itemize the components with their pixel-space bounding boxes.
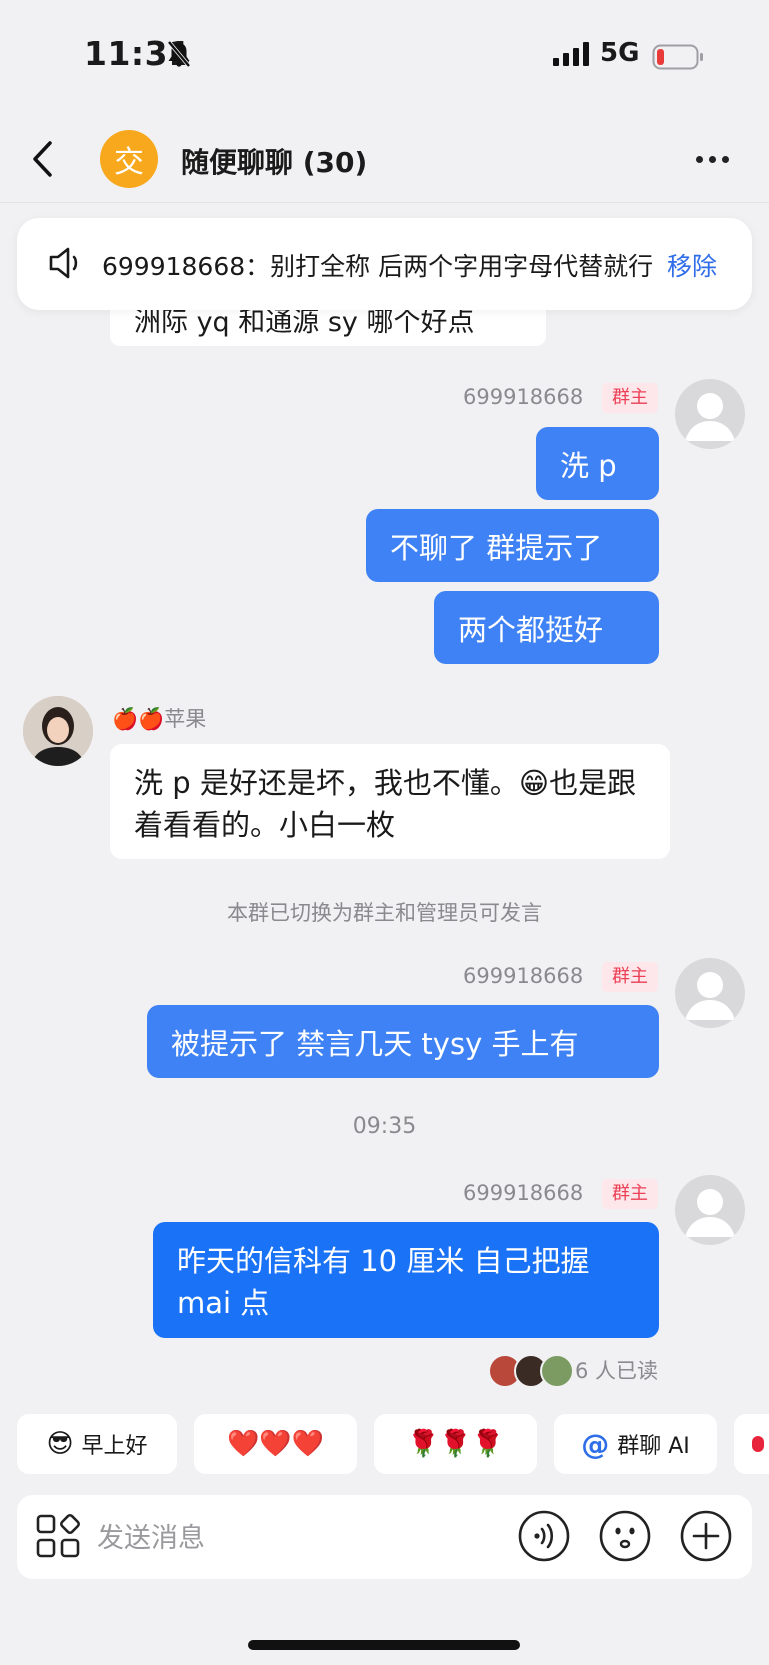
- status-bar: 11:31 5G: [0, 0, 769, 110]
- quick-reply-label: 群聊 AI: [617, 1434, 690, 1459]
- speaker-icon: [47, 246, 85, 284]
- more-options-icon[interactable]: [696, 156, 729, 163]
- network-type: 5G: [600, 38, 640, 68]
- message-bubble[interactable]: 被提示了 禁言几天 tysy 手上有: [147, 1005, 659, 1078]
- message-timestamp: 09:35: [352, 1114, 417, 1139]
- voice-input-icon[interactable]: [517, 1509, 571, 1567]
- owner-badge: 群主: [602, 962, 658, 992]
- member-avatar[interactable]: [23, 696, 93, 766]
- sun-sunglasses-icon: 😎: [46, 1429, 74, 1459]
- message-bubble[interactable]: 洗 p 是好还是坏，我也不懂。😁也是跟着看看的。小白一枚: [110, 744, 670, 859]
- sender-name: 699918668: [463, 964, 584, 988]
- partial-emoji-icon: [751, 1436, 764, 1452]
- quick-reply-partial[interactable]: [734, 1414, 769, 1474]
- user-avatar[interactable]: [675, 958, 745, 1028]
- group-avatar-char: 交: [114, 145, 144, 180]
- cellular-signal-icon: [553, 42, 591, 70]
- quick-reply-hearts[interactable]: ❤️❤️❤️: [194, 1414, 357, 1474]
- group-title[interactable]: 随便聊聊 (30): [181, 141, 367, 181]
- message-input[interactable]: [95, 1515, 499, 1561]
- sender-name: 🍎🍎苹果: [112, 707, 207, 731]
- owner-badge: 群主: [602, 383, 658, 413]
- quick-reply-morning[interactable]: 😎 早上好: [17, 1414, 177, 1474]
- message-bubble[interactable]: 不聊了 群提示了: [366, 509, 659, 582]
- user-avatar[interactable]: [675, 379, 745, 449]
- home-indicator[interactable]: [248, 1640, 520, 1650]
- remove-notice-button[interactable]: 移除: [667, 247, 717, 283]
- message-input-bar: [17, 1495, 752, 1579]
- at-icon: @: [581, 1427, 610, 1461]
- message-bubble[interactable]: 洗 p: [536, 427, 659, 500]
- apps-grid-icon[interactable]: [36, 1514, 80, 1562]
- message-bubble[interactable]: 昨天的信科有 10 厘米 自己把握 mai 点: [153, 1222, 659, 1338]
- notice-text: 699918668：别打全称 后两个字用字母代替就行: [102, 252, 654, 281]
- chat-header: 交 随便聊聊 (30): [0, 112, 769, 203]
- group-avatar[interactable]: 交: [100, 130, 158, 188]
- emoji-icon[interactable]: [598, 1509, 652, 1567]
- group-notice-banner[interactable]: 699918668：别打全称 后两个字用字母代替就行 移除: [17, 218, 752, 310]
- hearts-emoji: ❤️❤️❤️: [226, 1429, 325, 1459]
- user-avatar[interactable]: [675, 1175, 745, 1245]
- quick-reply-group-ai[interactable]: @ 群聊 AI: [554, 1414, 717, 1474]
- roses-emoji: 🌹🌹🌹: [406, 1429, 505, 1459]
- bell-muted-icon: [166, 40, 192, 72]
- plus-icon[interactable]: [679, 1509, 733, 1567]
- system-message: 本群已切换为群主和管理员可发言: [227, 901, 542, 925]
- message-bubble[interactable]: 两个都挺好: [434, 591, 659, 664]
- battery-low-icon: [652, 44, 704, 74]
- reader-avatar: [540, 1354, 574, 1388]
- sender-name: 699918668: [463, 385, 584, 409]
- sender-name: 699918668: [463, 1181, 584, 1205]
- owner-badge: 群主: [602, 1179, 658, 1209]
- quick-reply-label: 早上好: [81, 1434, 148, 1459]
- read-receipt[interactable]: 6 人已读: [575, 1355, 658, 1385]
- quick-reply-roses[interactable]: 🌹🌹🌹: [374, 1414, 537, 1474]
- back-arrow-icon[interactable]: [30, 140, 56, 182]
- reader-avatars[interactable]: [488, 1354, 574, 1388]
